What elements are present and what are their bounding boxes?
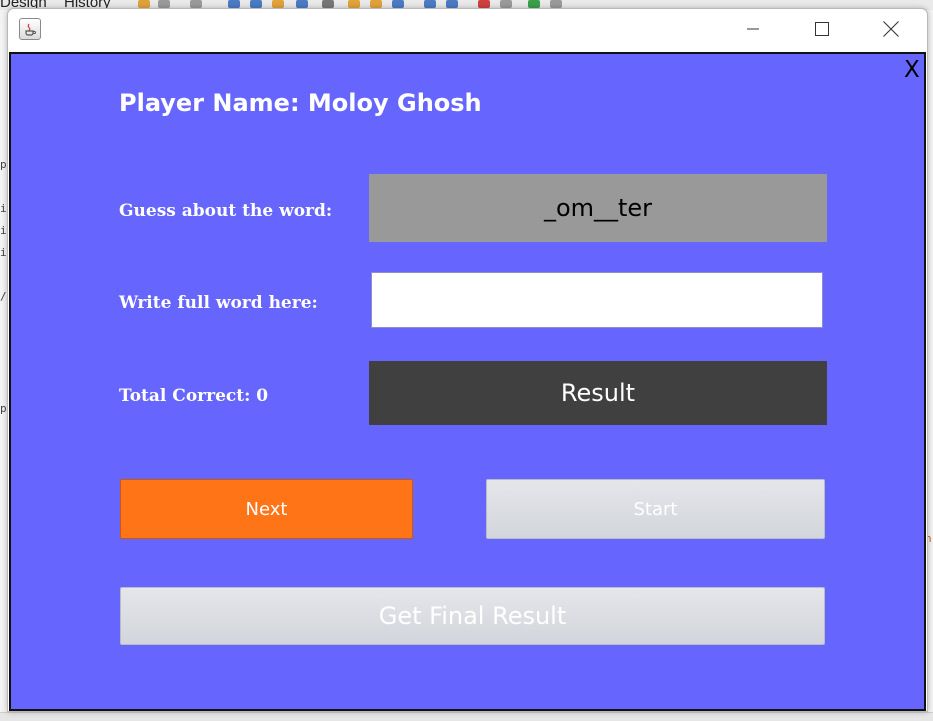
ide-code-fragment: i xyxy=(0,224,7,237)
toolbar-icon[interactable] xyxy=(370,0,382,8)
minimize-button[interactable] xyxy=(730,9,776,49)
maximize-icon xyxy=(815,22,829,36)
ide-code-fragment: p xyxy=(0,402,7,415)
toolbar-icon[interactable] xyxy=(296,0,308,8)
close-icon xyxy=(883,21,899,37)
write-word-label: Write full word here: xyxy=(119,293,318,313)
word-hint-display: _om__ter xyxy=(369,174,827,242)
toolbar-icon[interactable] xyxy=(478,0,490,8)
toolbar-icon[interactable] xyxy=(158,0,170,8)
word-hint-text: _om__ter xyxy=(543,194,653,222)
toolbar-icon[interactable] xyxy=(228,0,240,8)
toolbar-icon[interactable] xyxy=(322,0,334,8)
next-button[interactable]: Next xyxy=(120,479,413,539)
toolbar-icon[interactable] xyxy=(348,0,360,8)
ide-code-fragment: i xyxy=(0,202,7,215)
ide-code-fragment: / xyxy=(0,290,7,303)
title-bar[interactable] xyxy=(8,9,927,51)
ide-code-fragment: i xyxy=(0,246,7,259)
ide-code-fragment: p xyxy=(0,158,7,171)
total-correct-label: Total Correct: 0 xyxy=(119,386,269,406)
java-icon[interactable] xyxy=(19,18,41,40)
toolbar-icon[interactable] xyxy=(500,0,512,8)
toolbar-icon[interactable] xyxy=(392,0,404,8)
toolbar-icon[interactable] xyxy=(272,0,284,8)
game-window: X Player Name: Moloy Ghosh Guess about t… xyxy=(7,8,928,712)
panel-close-button[interactable]: X xyxy=(904,57,920,83)
maximize-button[interactable] xyxy=(799,9,845,49)
result-display: Result xyxy=(369,361,827,425)
toolbar-icon[interactable] xyxy=(190,0,202,8)
guess-label: Guess about the word: xyxy=(119,201,333,221)
toolbar-icon[interactable] xyxy=(250,0,262,8)
result-text: Result xyxy=(560,379,636,407)
full-word-input[interactable] xyxy=(371,272,823,328)
toolbar-icon[interactable] xyxy=(446,0,458,8)
get-final-result-button[interactable]: Get Final Result xyxy=(120,587,825,645)
minimize-icon xyxy=(747,28,759,30)
toolbar-icon[interactable] xyxy=(138,0,150,8)
toolbar-icon[interactable] xyxy=(550,0,562,8)
game-panel: X Player Name: Moloy Ghosh Guess about t… xyxy=(9,52,926,711)
player-name-label: Player Name: Moloy Ghosh xyxy=(119,89,482,117)
start-button[interactable]: Start xyxy=(486,479,825,539)
toolbar-icon[interactable] xyxy=(424,0,436,8)
toolbar-icon[interactable] xyxy=(528,0,540,8)
window-close-button[interactable] xyxy=(868,9,914,49)
